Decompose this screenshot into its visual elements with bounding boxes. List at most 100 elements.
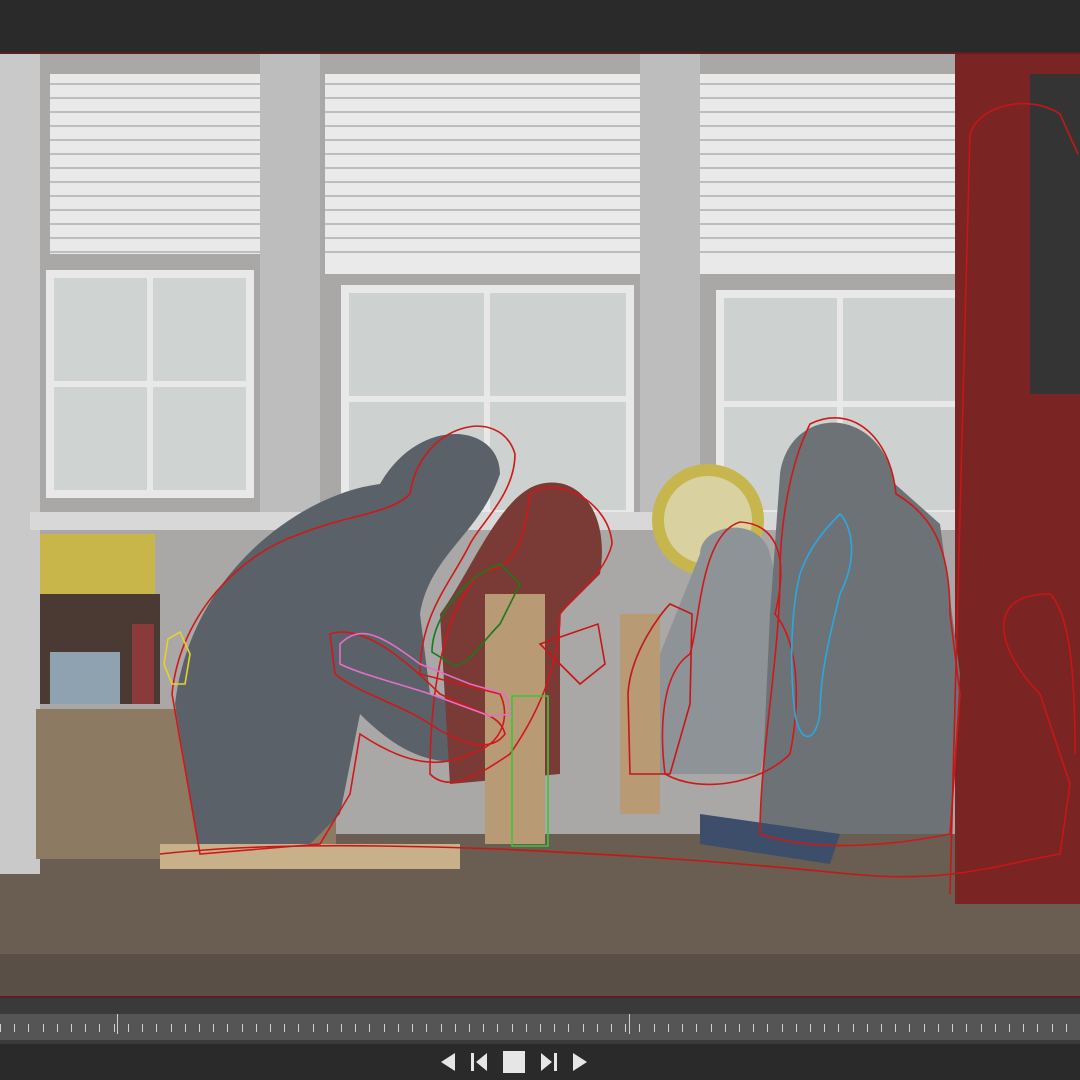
- timeline-tick: [184, 1024, 186, 1032]
- timeline-tick: [142, 1024, 144, 1032]
- timeline-tick: [56, 1024, 58, 1032]
- timeline-tick: [810, 1024, 811, 1032]
- timeline-tick: [468, 1024, 470, 1032]
- timeline-tick: [625, 1024, 627, 1032]
- video-frame-viewport[interactable]: [0, 52, 1080, 998]
- timeline-tick: [127, 1024, 129, 1032]
- step-back-button[interactable]: [467, 1050, 491, 1074]
- timeline-tick: [1037, 1024, 1039, 1032]
- annotated-frame: [0, 54, 1080, 996]
- timeline-tick: [724, 1024, 726, 1032]
- timeline-track[interactable]: [0, 1014, 1080, 1040]
- timeline-tick: [1023, 1024, 1025, 1032]
- pillar-2: [640, 54, 700, 524]
- timeline-tick: [99, 1024, 101, 1032]
- timeline-tick: [966, 1024, 968, 1032]
- timeline-tick: [341, 1024, 343, 1032]
- timeline-tick: [639, 1024, 641, 1032]
- timeline-tick: [298, 1024, 300, 1032]
- floor-blocks: [160, 844, 460, 869]
- timeline-tick: [738, 1024, 740, 1032]
- timeline-tick: [270, 1024, 271, 1032]
- step-forward-icon: [541, 1053, 557, 1071]
- timeline-tick: [994, 1024, 996, 1032]
- timeline-tick: [540, 1024, 541, 1032]
- timeline-tick: [937, 1024, 939, 1032]
- clear-bin: [50, 652, 120, 704]
- window-left: [46, 74, 260, 498]
- step-forward-button[interactable]: [537, 1050, 561, 1074]
- prev-frame-button[interactable]: [437, 1050, 461, 1074]
- timeline-tick: [682, 1024, 684, 1032]
- timeline-tick: [170, 1024, 172, 1032]
- timeline-tick: [113, 1024, 115, 1032]
- timeline-tick: [497, 1024, 499, 1032]
- timeline-tick: [1065, 1024, 1067, 1032]
- timeline-tick: [383, 1024, 385, 1032]
- timeline-tick: [568, 1024, 570, 1032]
- toy-bin: [40, 534, 155, 594]
- next-frame-button[interactable]: [567, 1050, 591, 1074]
- timeline-tick: [852, 1024, 854, 1032]
- timeline-tick: [611, 1024, 613, 1032]
- timeline-tick: [554, 1024, 556, 1032]
- timeline-tick: [241, 1024, 243, 1032]
- timeline-tick: [511, 1024, 513, 1032]
- timeline-tick: [426, 1024, 428, 1032]
- triangle-right-icon: [573, 1053, 587, 1071]
- timeline-tick: [923, 1024, 925, 1032]
- timeline-tick: [824, 1024, 826, 1032]
- timeline-tick: [326, 1024, 328, 1032]
- timeline-tick: [454, 1024, 456, 1032]
- triangle-left-icon: [441, 1053, 455, 1071]
- timeline-tick: [85, 1024, 87, 1032]
- pillar-1: [260, 54, 320, 524]
- timeline-tick: [767, 1024, 769, 1032]
- left-pillar: [0, 54, 40, 874]
- timeline-tick: [710, 1024, 712, 1032]
- red-bottle: [132, 624, 154, 704]
- timeline-tick: [653, 1024, 655, 1032]
- timeline-tick: [369, 1024, 371, 1032]
- timeline-tick: [312, 1024, 314, 1032]
- timeline-tick: [355, 1024, 357, 1032]
- timeline-tick: [483, 1024, 485, 1032]
- timeline-tick: [440, 1024, 442, 1032]
- timeline-tick: [781, 1024, 783, 1032]
- timeline-tick: [198, 1024, 200, 1032]
- timeline-tick: [284, 1024, 286, 1032]
- timeline-tick: [582, 1024, 584, 1032]
- timeline-tick: [866, 1024, 868, 1032]
- timeline-tick: [952, 1024, 954, 1032]
- playback-controls: [0, 1044, 1080, 1080]
- timeline-major-tick: [116, 1014, 118, 1034]
- timeline-tick: [753, 1024, 755, 1032]
- title-bar: [0, 0, 1080, 52]
- timeline-tick: [1051, 1024, 1053, 1032]
- timeline-tick: [156, 1024, 158, 1032]
- stop-button[interactable]: [502, 1050, 526, 1074]
- timeline-tick: [895, 1024, 897, 1032]
- floor-shadow: [0, 954, 1080, 996]
- timeline-tick: [213, 1024, 215, 1032]
- timeline-tick: [525, 1024, 527, 1032]
- timeline-major-tick: [628, 1014, 630, 1034]
- timeline-tick: [667, 1024, 669, 1032]
- timeline-bar[interactable]: [0, 998, 1080, 1044]
- timeline-tick: [397, 1024, 399, 1032]
- timeline-tick: [881, 1024, 883, 1032]
- timeline-tick: [0, 1024, 1, 1032]
- timeline-tick: [1008, 1024, 1010, 1032]
- timeline-tick: [596, 1024, 598, 1032]
- timeline-tick: [14, 1024, 16, 1032]
- timeline-tick: [42, 1024, 44, 1032]
- timeline-tick: [227, 1024, 229, 1032]
- timeline-tick: [71, 1024, 73, 1032]
- timeline-tick: [909, 1024, 911, 1032]
- timeline-tick: [696, 1024, 698, 1032]
- timeline-tick: [412, 1024, 414, 1032]
- block-pillar: [620, 614, 660, 814]
- timeline-tick: [255, 1024, 257, 1032]
- stop-icon: [503, 1051, 525, 1073]
- timeline-tick: [795, 1024, 797, 1032]
